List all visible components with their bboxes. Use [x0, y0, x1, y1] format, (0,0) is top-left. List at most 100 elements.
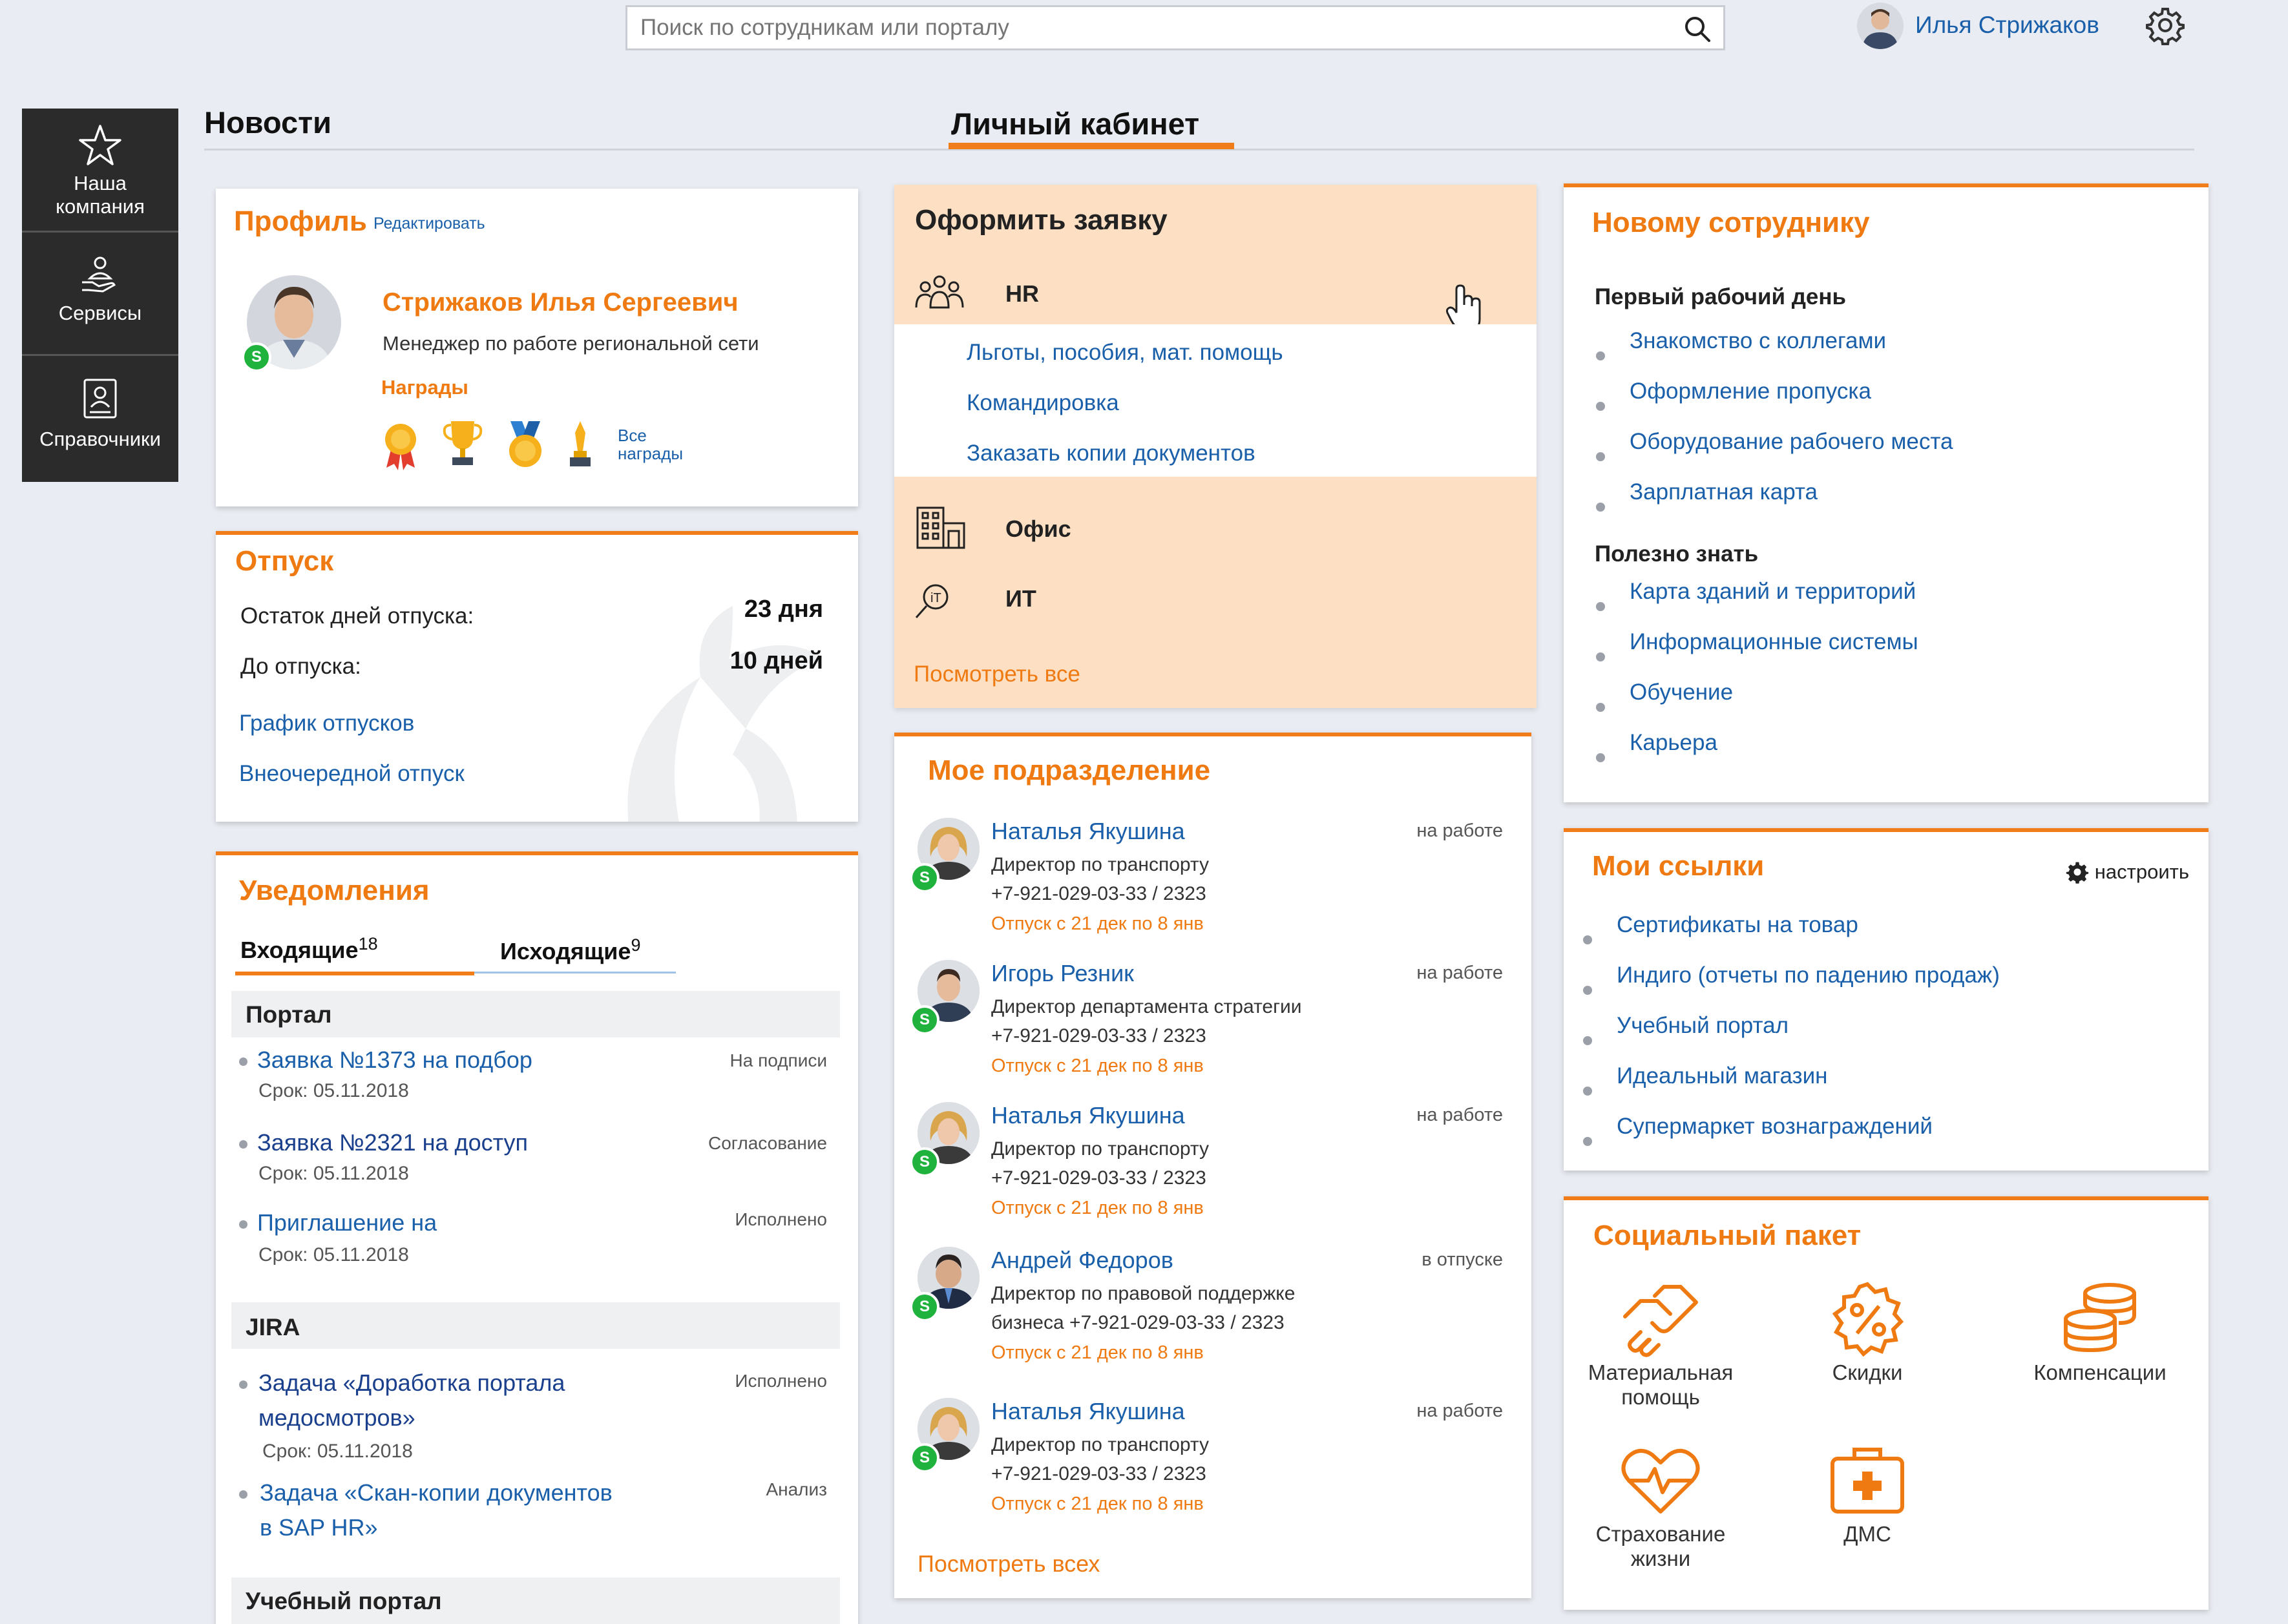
- newcomer-link[interactable]: Оборудование рабочего места: [1590, 429, 1953, 479]
- vacation-schedule-link[interactable]: График отпусков: [239, 711, 414, 736]
- watermark-logo: [627, 606, 823, 822]
- skype-icon[interactable]: S: [910, 1147, 939, 1177]
- hr-link[interactable]: Льготы, пособия, мат. помощь: [967, 340, 1283, 366]
- skype-icon[interactable]: S: [910, 1005, 939, 1035]
- profile-title: Профиль: [234, 205, 367, 237]
- tab-cabinet[interactable]: Личный кабинет: [951, 106, 1199, 141]
- tab-news[interactable]: Новости: [204, 105, 331, 140]
- nav-label: Сервисы: [58, 302, 142, 324]
- employee-row[interactable]: S Игорь Резник Директор департамента страт…: [894, 960, 1531, 1089]
- my-link[interactable]: Идеальный магазин: [1577, 1063, 2000, 1114]
- group-header-training: Учебный портал: [231, 1577, 840, 1624]
- all-awards-link[interactable]: Все награды: [618, 426, 683, 463]
- notification-item[interactable]: Задача «Скан-копии документов в SAP HR» …: [239, 1479, 827, 1550]
- notification-status: Исполнено: [735, 1371, 827, 1391]
- notification-link[interactable]: Задача «Доработка портала: [258, 1369, 565, 1397]
- search-input[interactable]: [640, 11, 1648, 45]
- department-title: Мое подразделение: [928, 755, 1211, 786]
- search-box[interactable]: [625, 5, 1725, 50]
- notification-link[interactable]: Приглашение на: [257, 1209, 437, 1236]
- vacation-remaining-label: Остаток дней отпуска:: [240, 603, 474, 629]
- notification-link[interactable]: Заявка №2321 на доступ: [257, 1129, 528, 1156]
- tab-outgoing[interactable]: Исходящие9: [500, 935, 640, 965]
- user-avatar[interactable]: [1857, 3, 1904, 49]
- department-card: Мое подразделение S Наталья Якушина Директ…: [894, 733, 1531, 1598]
- my-links-card: Мои ссылки настроить Сертификаты на това…: [1564, 828, 2209, 1171]
- newcomer-link[interactable]: Карта зданий и территорий: [1590, 579, 1918, 629]
- skype-icon[interactable]: S: [910, 1443, 939, 1473]
- search-icon[interactable]: [1683, 15, 1712, 43]
- notification-item[interactable]: Заявка №1373 на подбор Срок: 05.11.2018 …: [239, 1046, 827, 1118]
- notification-item[interactable]: Приглашение на Срок: 05.11.2018 Исполнен…: [239, 1209, 827, 1280]
- skype-icon[interactable]: S: [910, 1292, 939, 1322]
- notification-link[interactable]: Заявка №1373 на подбор: [257, 1046, 532, 1074]
- notification-status: Согласование: [708, 1133, 827, 1153]
- social-item-discounts[interactable]: Скидки: [1816, 1280, 1919, 1385]
- hr-link[interactable]: Командировка: [967, 390, 1119, 416]
- employee-row[interactable]: S Наталья Якушина Директор по транспорту +7…: [894, 1102, 1531, 1231]
- employee-name[interactable]: Наталья Якушина: [991, 1398, 1185, 1425]
- employee-name[interactable]: Игорь Резник: [991, 960, 1134, 987]
- employee-name[interactable]: Наталья Якушина: [991, 818, 1185, 845]
- nav-item-directory[interactable]: Справочники: [22, 358, 178, 482]
- notification-link[interactable]: Задача «Скан-копии документов: [260, 1479, 613, 1506]
- employee-name[interactable]: Андрей Федоров: [991, 1247, 1173, 1274]
- bullet: [239, 1220, 247, 1229]
- group-header-jira: JIRA: [231, 1302, 840, 1349]
- nav-item-company[interactable]: Наша компания: [22, 109, 178, 233]
- notification-item[interactable]: Задача «Доработка портала медосмотров» С…: [239, 1369, 827, 1466]
- employee-row[interactable]: S Наталья Якушина Директор по транспорту +7…: [894, 818, 1531, 947]
- request-card: Оформить заявку HR Льготы, пособия, мат.…: [894, 185, 1537, 708]
- notification-link[interactable]: в SAP HR»: [260, 1514, 378, 1541]
- request-it[interactable]: ИТ: [1005, 585, 1036, 612]
- department-view-all[interactable]: Посмотреть всех: [918, 1550, 1100, 1577]
- gear-icon[interactable]: [2145, 5, 2185, 45]
- configure-links-button[interactable]: настроить: [2065, 859, 2189, 884]
- skype-icon[interactable]: S: [242, 342, 271, 372]
- request-office[interactable]: Офис: [1005, 515, 1071, 543]
- my-link[interactable]: Супермаркет вознаграждений: [1577, 1114, 2000, 1164]
- tab-outgoing-count: 9: [631, 935, 641, 955]
- tab-incoming-count: 18: [358, 934, 378, 953]
- tab-incoming[interactable]: Входящие18: [240, 934, 378, 964]
- employee-phone: +7-921-029-03-33 / 2323: [991, 1025, 1206, 1046]
- bullet: [239, 1490, 247, 1499]
- svg-text:iT: iT: [930, 591, 941, 605]
- request-hr[interactable]: HR: [1005, 280, 1039, 307]
- employee-role: Директор по транспорту: [991, 854, 1209, 875]
- newcomer-link[interactable]: Зарплатная карта: [1590, 479, 1953, 530]
- employee-row[interactable]: S Наталья Якушина Директор по транспорту +7…: [894, 1398, 1531, 1527]
- trophy-icon: [443, 421, 483, 465]
- newcomer-links-2: Карта зданий и территорий Информационные…: [1590, 579, 1918, 780]
- notification-link[interactable]: медосмотров»: [258, 1404, 415, 1431]
- hr-link[interactable]: Заказать копии документов: [967, 441, 1255, 466]
- newcomer-link[interactable]: Информационные системы: [1590, 629, 1918, 680]
- vacation-extra-link[interactable]: Внеочередной отпуск: [239, 761, 465, 787]
- my-link[interactable]: Учебный портал: [1577, 1013, 2000, 1063]
- newcomer-link[interactable]: Знакомство с коллегами: [1590, 328, 1953, 379]
- skype-icon[interactable]: S: [910, 863, 939, 893]
- social-item-compensation[interactable]: Компенсации: [2016, 1280, 2184, 1385]
- newcomer-link[interactable]: Обучение: [1590, 680, 1918, 730]
- group-name: Портал: [246, 1001, 332, 1028]
- social-item-material-help[interactable]: Материальная помощь: [1583, 1280, 1738, 1410]
- my-link[interactable]: Сертификаты на товар: [1577, 912, 2000, 963]
- nav-item-services[interactable]: Сервисы: [22, 234, 178, 356]
- newcomer-link[interactable]: Карьера: [1590, 730, 1918, 780]
- social-label: ДМС: [1843, 1522, 1891, 1546]
- edit-profile-link[interactable]: Редактировать: [373, 214, 485, 233]
- newcomer-link[interactable]: Оформление пропуска: [1590, 379, 1953, 429]
- social-item-life-insurance[interactable]: Страхование жизни: [1583, 1444, 1738, 1571]
- profile-card: Профиль Редактировать S Стрижаков Илья С…: [216, 189, 858, 506]
- employee-vacation: Отпуск с 21 дек по 8 янв: [991, 1198, 1204, 1218]
- notification-item[interactable]: Заявка №2321 на доступ Срок: 05.11.2018 …: [239, 1129, 827, 1200]
- request-view-all[interactable]: Посмотреть все: [914, 661, 1080, 687]
- employee-name[interactable]: Наталья Якушина: [991, 1102, 1185, 1129]
- notification-due: Срок: 05.11.2018: [258, 1080, 409, 1101]
- employee-row[interactable]: S Андрей Федоров Директор по правовой подд…: [894, 1247, 1531, 1376]
- employee-phone: +7-921-029-03-33 / 2323: [991, 1167, 1206, 1189]
- user-name[interactable]: Илья Стрижаков: [1915, 12, 2099, 39]
- my-link[interactable]: Индиго (отчеты по падению продаж): [1577, 963, 2000, 1013]
- social-item-dms[interactable]: ДМС: [1816, 1444, 1919, 1546]
- notification-status: На подписи: [729, 1050, 827, 1070]
